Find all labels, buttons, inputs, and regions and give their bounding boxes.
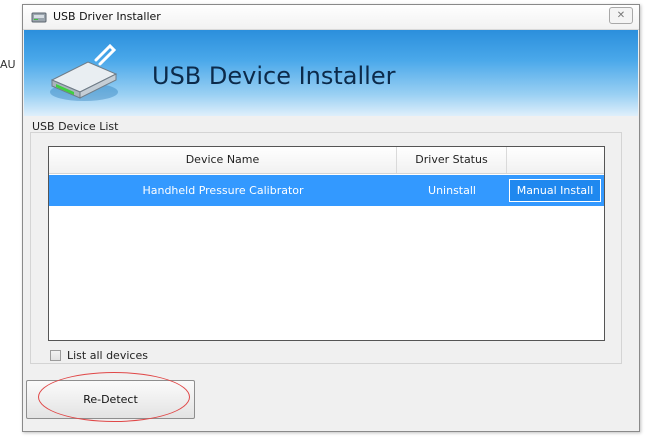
close-icon: ✕ [616,10,626,21]
table-row[interactable]: Handheld Pressure Calibrator Uninstall M… [49,175,604,206]
list-all-devices-checkbox[interactable] [50,350,61,361]
list-all-devices-label[interactable]: List all devices [67,349,148,362]
title-bar: USB Driver Installer ✕ [23,5,639,30]
manual-install-button[interactable]: Manual Install [509,179,601,202]
column-header-action[interactable] [507,147,604,173]
table-header: Device Name Driver Status [49,147,604,174]
driver-status-cell: Uninstall [428,184,476,197]
header-title: USB Device Installer [152,62,396,90]
column-header-device-name[interactable]: Device Name [49,147,397,173]
window-title: USB Driver Installer [53,10,161,23]
background-edge-text: AU [0,58,16,71]
device-list-table[interactable]: Device Name Driver Status Handheld Press… [48,146,605,341]
device-name-cell: Handheld Pressure Calibrator [142,184,304,197]
usb-drive-large-icon [50,43,118,101]
column-header-driver-status[interactable]: Driver Status [397,147,507,173]
usb-drive-icon [31,12,47,23]
re-detect-button[interactable]: Re-Detect [26,380,195,419]
close-button[interactable]: ✕ [609,7,633,24]
header-banner: USB Device Installer [24,30,638,116]
